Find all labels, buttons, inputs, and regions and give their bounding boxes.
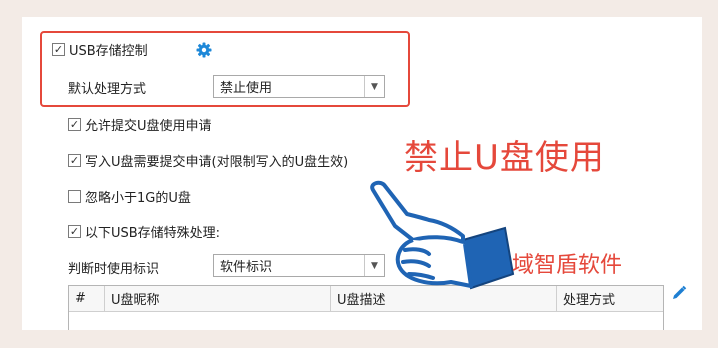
default-action-label: 默认处理方式 bbox=[68, 82, 147, 97]
identify-by-value: 软件标识 bbox=[220, 260, 273, 275]
option-label: 写入U盘需要提交申请(对限制写入的U盘生效) bbox=[85, 155, 349, 170]
identify-by-label: 判断时使用标识 bbox=[68, 262, 160, 277]
option-checkbox[interactable]: ✓ bbox=[68, 118, 81, 131]
option-write-request[interactable]: ✓ 写入U盘需要提交申请(对限制写入的U盘生效) bbox=[68, 151, 348, 170]
annotation-brand: 域智盾软件 bbox=[512, 253, 623, 278]
option-ignore-small[interactable]: 忽略小于1G的U盘 bbox=[68, 187, 191, 206]
column-header-nickname[interactable]: U盘昵称 bbox=[105, 286, 331, 311]
gear-icon[interactable] bbox=[196, 42, 212, 58]
option-special-handling[interactable]: ✓ 以下USB存储特殊处理: bbox=[68, 222, 220, 241]
column-header-action[interactable]: 处理方式 bbox=[557, 286, 663, 311]
pencil-icon[interactable] bbox=[671, 285, 687, 301]
pointing-hand-icon bbox=[370, 180, 515, 290]
option-label: 忽略小于1G的U盘 bbox=[85, 191, 191, 206]
chevron-down-icon[interactable]: ▼ bbox=[364, 76, 384, 97]
option-checkbox[interactable]: ✓ bbox=[68, 154, 81, 167]
usb-control-label: USB存储控制 bbox=[69, 44, 148, 59]
option-allow-request[interactable]: ✓ 允许提交U盘使用申请 bbox=[68, 115, 212, 134]
default-action-value: 禁止使用 bbox=[220, 81, 273, 96]
option-checkbox[interactable] bbox=[68, 190, 81, 203]
usb-control-checkbox[interactable]: ✓ bbox=[52, 43, 65, 56]
default-action-select[interactable]: 禁止使用 ▼ bbox=[213, 75, 385, 98]
column-header-index[interactable]: # bbox=[69, 286, 105, 311]
option-label: 以下USB存储特殊处理: bbox=[85, 226, 221, 241]
usb-control-row[interactable]: ✓ USB存储控制 bbox=[52, 40, 148, 59]
option-label: 允许提交U盘使用申请 bbox=[85, 119, 212, 134]
option-checkbox[interactable]: ✓ bbox=[68, 225, 81, 238]
